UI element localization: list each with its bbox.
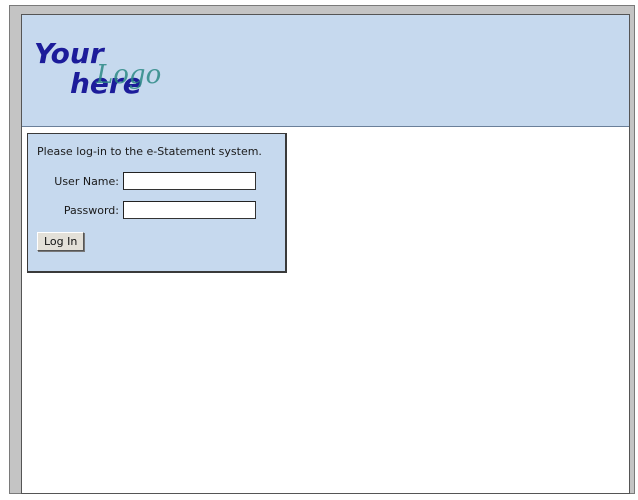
username-label: User Name:: [54, 175, 119, 188]
password-input[interactable]: [123, 201, 256, 219]
username-input[interactable]: [123, 172, 256, 190]
login-panel: Please log-in to the e-Statement system.…: [27, 133, 287, 273]
logo-graphic: Your here Logo: [34, 37, 161, 100]
page-window: Your here Logo Please log-in to the e-St…: [21, 14, 630, 494]
logo-text-script: Logo: [95, 60, 161, 90]
company-logo: Your here Logo: [34, 35, 194, 115]
login-instructions: Please log-in to the e-Statement system.: [37, 145, 262, 158]
password-label: Password:: [63, 204, 119, 217]
login-button[interactable]: Log In: [37, 232, 85, 251]
header-banner: Your here Logo: [22, 15, 629, 127]
